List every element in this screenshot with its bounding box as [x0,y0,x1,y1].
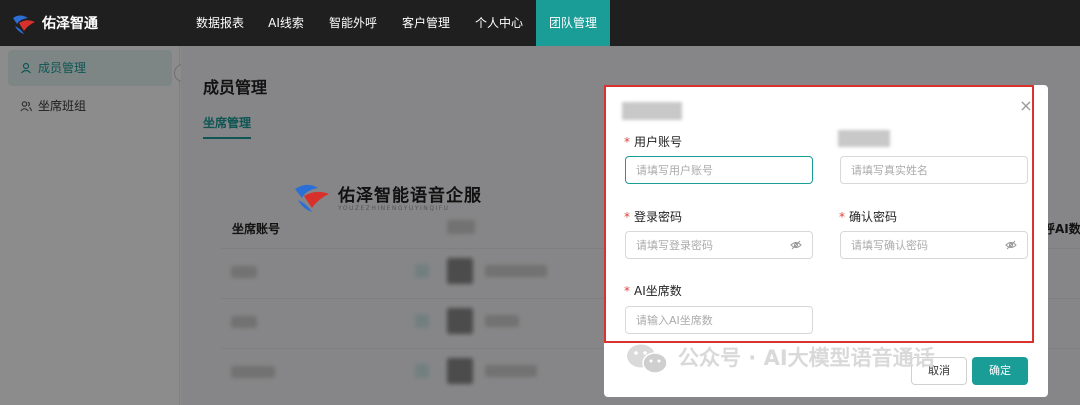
top-nav-bar: 佑泽智通 数据报表 AI线索 智能外呼 客户管理 个人中心 团队管理 [0,0,1080,46]
required-mark: * [624,210,630,224]
confirm-password-input[interactable] [840,231,1028,259]
close-icon[interactable]: × [1017,97,1035,115]
nav-item-ai-leads[interactable]: AI线索 [256,0,316,46]
real-name-input[interactable] [840,156,1028,184]
confirm-password-label: * 确认密码 [839,208,897,225]
label-text: 登录密码 [634,210,683,224]
required-mark: * [624,135,630,149]
ai-seats-input[interactable] [625,306,813,334]
nav-item-smart-outbound[interactable]: 智能外呼 [318,0,388,46]
confirm-button[interactable]: 确定 [972,357,1028,385]
login-password-input[interactable] [625,231,813,259]
wechat-icon [627,344,668,374]
nav-item-team-mgmt[interactable]: 团队管理 [536,0,610,46]
watermark-subtitle: YOUZEZHINENGYUYINQIFU [338,205,450,212]
label-text: 确认密码 [849,210,898,224]
label-text: AI坐席数 [634,284,682,298]
dialog-title-redacted [622,102,682,120]
nav-item-customer-mgmt[interactable]: 客户管理 [390,0,462,46]
eye-hidden-icon[interactable] [1005,240,1017,250]
brand-name: 佑泽智通 [42,16,98,32]
user-account-input[interactable] [625,156,813,184]
nav-item-personal-center[interactable]: 个人中心 [464,0,534,46]
required-mark: * [624,284,630,298]
user-account-label: * 用户账号 [624,133,682,150]
nav-item-reports[interactable]: 数据报表 [186,0,254,46]
watermark-title: 佑泽智能语音企服 [338,186,482,206]
watermark-wechat-text: 公众号 · AI大模型语音通话 [678,346,935,370]
ai-seats-label: * AI坐席数 [624,282,682,299]
brand-logo-icon [13,15,35,34]
brand-watermark-logo-icon [295,184,329,212]
eye-hidden-icon[interactable] [790,240,802,250]
login-password-label: * 登录密码 [624,208,682,225]
label-text: 用户账号 [634,135,683,149]
real-name-label-redacted [838,130,890,147]
required-mark: * [839,210,845,224]
brand-watermark: 佑泽智能语音企服 YOUZEZHINENGYUYINQIFU [292,176,512,220]
